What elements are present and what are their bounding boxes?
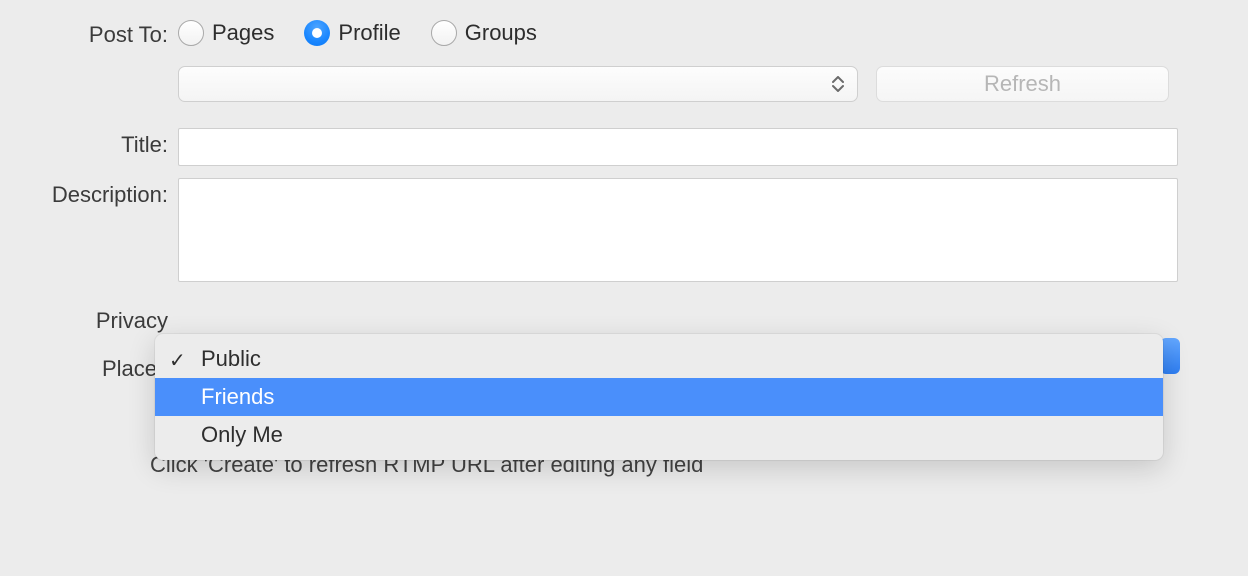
privacy-dropdown-menu: ✓ Public Friends Only Me [155, 334, 1163, 460]
radio-profile[interactable]: Profile [304, 20, 400, 46]
refresh-button-label: Refresh [984, 71, 1061, 97]
privacy-select-peek [1160, 338, 1180, 374]
radio-icon [304, 20, 330, 46]
description-label: Description: [10, 178, 178, 208]
privacy-option-friends-label: Friends [201, 384, 274, 410]
post-to-radios: Pages Profile Groups [178, 18, 537, 46]
places-label: Places [10, 350, 178, 382]
description-row: Description: [10, 178, 1248, 282]
refresh-button[interactable]: Refresh [876, 66, 1169, 102]
title-row: Title: [10, 128, 1248, 166]
privacy-row: Privacy [10, 302, 1248, 338]
title-input[interactable] [178, 128, 1178, 166]
destination-row: Refresh [10, 66, 1248, 102]
post-to-label: Post To: [10, 18, 178, 48]
radio-pages-label: Pages [212, 20, 274, 46]
privacy-option-friends[interactable]: Friends [155, 378, 1163, 416]
privacy-option-only-me[interactable]: Only Me [155, 416, 1163, 454]
privacy-option-public[interactable]: ✓ Public [155, 340, 1163, 378]
radio-icon [431, 20, 457, 46]
radio-groups[interactable]: Groups [431, 20, 537, 46]
privacy-select[interactable] [178, 302, 1178, 338]
form-panel: Post To: Pages Profile Groups [0, 0, 1248, 478]
radio-groups-label: Groups [465, 20, 537, 46]
description-textarea[interactable] [178, 178, 1178, 282]
radio-icon [178, 20, 204, 46]
destination-label-spacer [10, 66, 178, 70]
check-icon: ✓ [169, 348, 186, 373]
privacy-option-public-label: Public [201, 346, 261, 372]
destination-select[interactable] [178, 66, 858, 102]
chevron-up-down-icon [829, 71, 847, 97]
radio-pages[interactable]: Pages [178, 20, 274, 46]
privacy-label: Privacy [10, 302, 178, 334]
privacy-option-only-me-label: Only Me [201, 422, 283, 448]
radio-profile-label: Profile [338, 20, 400, 46]
title-label: Title: [10, 128, 178, 158]
post-to-row: Post To: Pages Profile Groups [10, 18, 1248, 48]
